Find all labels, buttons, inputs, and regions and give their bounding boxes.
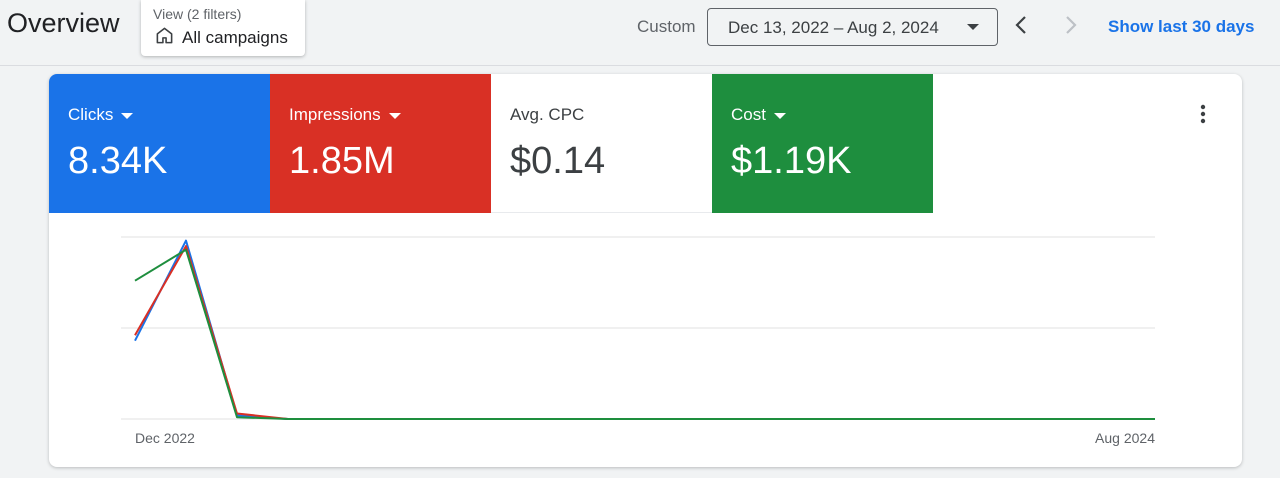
- view-filter-main: All campaigns: [155, 26, 288, 50]
- metric-cost-label: Cost: [731, 105, 766, 124]
- view-filter-subtitle: View (2 filters): [153, 6, 242, 22]
- metric-clicks[interactable]: Clicks 8.34K: [49, 74, 270, 213]
- series-line-clicks: [134, 239, 1155, 420]
- metric-cost[interactable]: Cost $1.19K: [712, 74, 933, 213]
- line-chart: Dec 2022 Aug 2024: [121, 236, 1155, 446]
- date-range-value: Dec 13, 2022 – Aug 2, 2024: [728, 18, 939, 37]
- view-filter-chip[interactable]: View (2 filters) All campaigns: [141, 0, 305, 56]
- dropdown-arrow-icon: [388, 113, 401, 119]
- view-filter-label: All campaigns: [182, 28, 288, 47]
- chevron-left-icon: [1010, 13, 1034, 42]
- metric-cost-value: $1.19K: [731, 140, 852, 182]
- show-last-30-days-link[interactable]: Show last 30 days: [1108, 17, 1254, 37]
- more-vert-icon: [1191, 102, 1215, 131]
- previous-period-button[interactable]: [1007, 12, 1037, 42]
- home-icon: [155, 26, 174, 50]
- performance-chart: Dec 2022 Aug 2024: [49, 213, 1242, 467]
- metric-impressions-header: Impressions: [289, 105, 401, 125]
- dropdown-arrow-icon: [967, 24, 979, 30]
- dropdown-arrow-icon: [773, 113, 786, 119]
- more-options-button[interactable]: [1191, 104, 1215, 128]
- overview-card: Clicks 8.34K Impressions 1.85M Avg. CPC …: [49, 74, 1242, 467]
- metric-impressions-value: 1.85M: [289, 140, 395, 182]
- metric-avg-cpc-header: Avg. CPC: [510, 105, 584, 125]
- x-tick-label: Dec 2022: [135, 430, 195, 446]
- metric-clicks-label: Clicks: [68, 105, 114, 124]
- metric-cost-header: Cost: [731, 105, 786, 125]
- metric-impressions[interactable]: Impressions 1.85M: [270, 74, 491, 213]
- series-line-cost: [134, 248, 1155, 420]
- next-period-button[interactable]: [1055, 12, 1085, 42]
- metric-impressions-label: Impressions: [289, 105, 381, 124]
- metric-avg-cpc-value: $0.14: [510, 140, 606, 182]
- series-line-impressions: [134, 245, 1155, 420]
- metric-clicks-header: Clicks: [68, 105, 134, 125]
- metric-avg-cpc-label: Avg. CPC: [510, 105, 585, 124]
- metric-clicks-value: 8.34K: [68, 140, 168, 182]
- dropdown-arrow-icon: [121, 113, 134, 119]
- chevron-right-icon: [1058, 13, 1082, 42]
- page-header: Overview View (2 filters) All campaigns …: [0, 0, 1280, 66]
- page-title: Overview: [7, 8, 120, 38]
- x-tick-label: Aug 2024: [1095, 430, 1155, 446]
- date-preset-label: Custom: [637, 17, 696, 36]
- date-range-select[interactable]: Dec 13, 2022 – Aug 2, 2024: [707, 8, 998, 46]
- metric-avg-cpc[interactable]: Avg. CPC $0.14: [491, 74, 712, 213]
